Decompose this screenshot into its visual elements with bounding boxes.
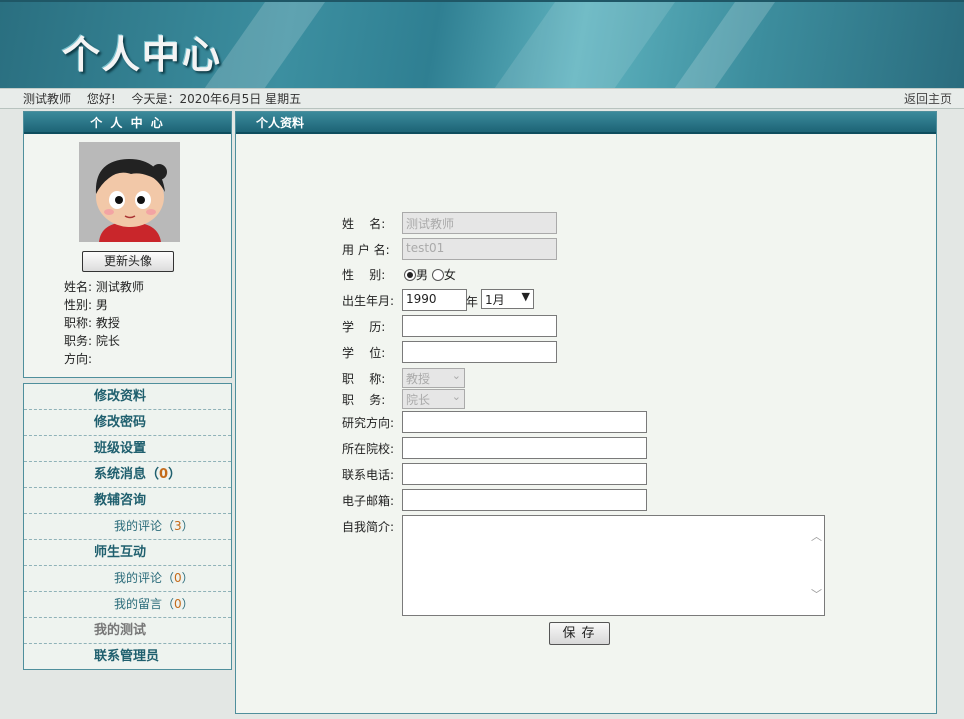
form-panel-header: 个人资料 [236, 112, 936, 134]
menu-my-comments-consult[interactable]: 我的评论（3） [24, 514, 231, 540]
birth-month-value: 1月 [485, 293, 505, 307]
profile-direction: 方向: [64, 352, 93, 366]
username-field[interactable]: test01 [402, 238, 557, 260]
position-select-value: 院长 [406, 393, 431, 407]
title-select-value: 教授 [406, 372, 431, 386]
current-user: 测试教师 [23, 92, 72, 106]
research-label: 研究方向: [342, 416, 395, 430]
birth-month-select[interactable]: 1月 ▼ [481, 289, 534, 309]
menu-teacher-student[interactable]: 师生互动 [24, 540, 231, 566]
intro-label: 自我简介: [342, 520, 395, 534]
menu-edit-profile[interactable]: 修改资料 [24, 384, 231, 410]
email-field[interactable] [402, 489, 647, 511]
position-select[interactable]: 院长 ⌄ [402, 389, 465, 409]
banner-title: 个人中心 [62, 32, 223, 77]
menu-contact-admin[interactable]: 联系管理员 [24, 644, 231, 670]
avatar [79, 142, 180, 242]
banner-decoration [477, 2, 683, 88]
profile-title: 职称: 教授 [64, 316, 120, 330]
title-select[interactable]: 教授 ⌄ [402, 368, 465, 388]
education-label: 学 历: [342, 320, 386, 334]
system-messages-count: 0 [159, 467, 169, 482]
title-label: 职 称: [342, 372, 386, 386]
menu-class-settings[interactable]: 班级设置 [24, 436, 231, 462]
scroll-down-icon[interactable]: ﹀ [811, 586, 822, 602]
username-label: 用 户 名: [342, 243, 390, 257]
name-label: 姓 名: [342, 217, 386, 231]
menu-change-password[interactable]: 修改密码 [24, 410, 231, 436]
profile-name: 姓名: 测试教师 [64, 280, 144, 294]
school-label: 所在院校: [342, 442, 395, 456]
gender-male-label: 男 [416, 268, 429, 282]
gender-male-radio[interactable] [404, 269, 416, 281]
gender-female-label: 女 [443, 268, 456, 282]
menu-my-comments-interact[interactable]: 我的评论（0） [24, 566, 231, 592]
sidebar-menu: 修改资料 修改密码 班级设置 系统消息（0） 教辅咨询 我的评论（3） 师生互动… [23, 383, 232, 670]
banner-decoration [657, 2, 783, 88]
phone-label: 联系电话: [342, 468, 395, 482]
info-bar: 测试教师 您好! 今天是：2020年6月5日 星期五 返回主页 [0, 88, 964, 109]
school-field[interactable] [402, 437, 647, 459]
education-field[interactable] [402, 315, 557, 337]
birth-year-field[interactable]: 1990 [402, 289, 467, 311]
phone-field[interactable] [402, 463, 647, 485]
profile-panel: 个 人 中 心 更新头像 姓名: 测试教师 性别: 男 职称: 教授 职务: 院… [23, 111, 232, 378]
profile-form-panel: 个人资料 姓 名: 测试教师 用 户 名: test01 性 别: 男 女 出生… [235, 111, 937, 714]
menu-my-messages[interactable]: 我的留言（0） [24, 592, 231, 618]
email-label: 电子邮箱: [342, 494, 395, 508]
current-date: 今天是：2020年6月5日 星期五 [131, 92, 302, 106]
banner: 个人中心 [0, 0, 964, 88]
profile-info: 姓名: 测试教师 性别: 男 职称: 教授 职务: 院长 方向: [64, 278, 144, 368]
menu-my-tests[interactable]: 我的测试 [24, 618, 231, 644]
intro-textarea[interactable]: ︿ ﹀ [402, 515, 825, 616]
greeting: 您好! [86, 92, 116, 106]
degree-field[interactable] [402, 341, 557, 363]
profile-panel-header: 个 人 中 心 [24, 112, 231, 134]
name-field[interactable]: 测试教师 [402, 212, 557, 234]
chevron-down-icon: ⌄ [451, 369, 461, 382]
update-avatar-button[interactable]: 更新头像 [82, 251, 174, 272]
gender-female-radio[interactable] [431, 269, 444, 281]
menu-tutoring-consult[interactable]: 教辅咨询 [24, 488, 231, 514]
birth-label: 出生年月: [342, 294, 395, 308]
chevron-down-icon: ⌄ [451, 390, 461, 403]
menu-system-messages[interactable]: 系统消息（0） [24, 462, 231, 488]
return-home-link[interactable]: 返回主页 [904, 89, 952, 109]
gender-group: 男 女 [404, 266, 456, 283]
gender-label: 性 别: [342, 268, 386, 282]
messages-count: 0 [174, 597, 182, 611]
chevron-down-icon: ▼ [521, 290, 530, 303]
profile-gender: 性别: 男 [64, 298, 108, 312]
save-button[interactable]: 保存 [549, 622, 610, 645]
position-label: 职 务: [342, 393, 386, 407]
year-unit: 年 [466, 295, 479, 309]
research-field[interactable] [402, 411, 647, 433]
profile-position: 职务: 院长 [64, 334, 120, 348]
scroll-up-icon[interactable]: ︿ [811, 528, 822, 544]
degree-label: 学 位: [342, 346, 386, 360]
interact-comments-count: 0 [174, 571, 182, 585]
avatar-image [79, 142, 180, 242]
consult-comments-count: 3 [174, 519, 182, 533]
